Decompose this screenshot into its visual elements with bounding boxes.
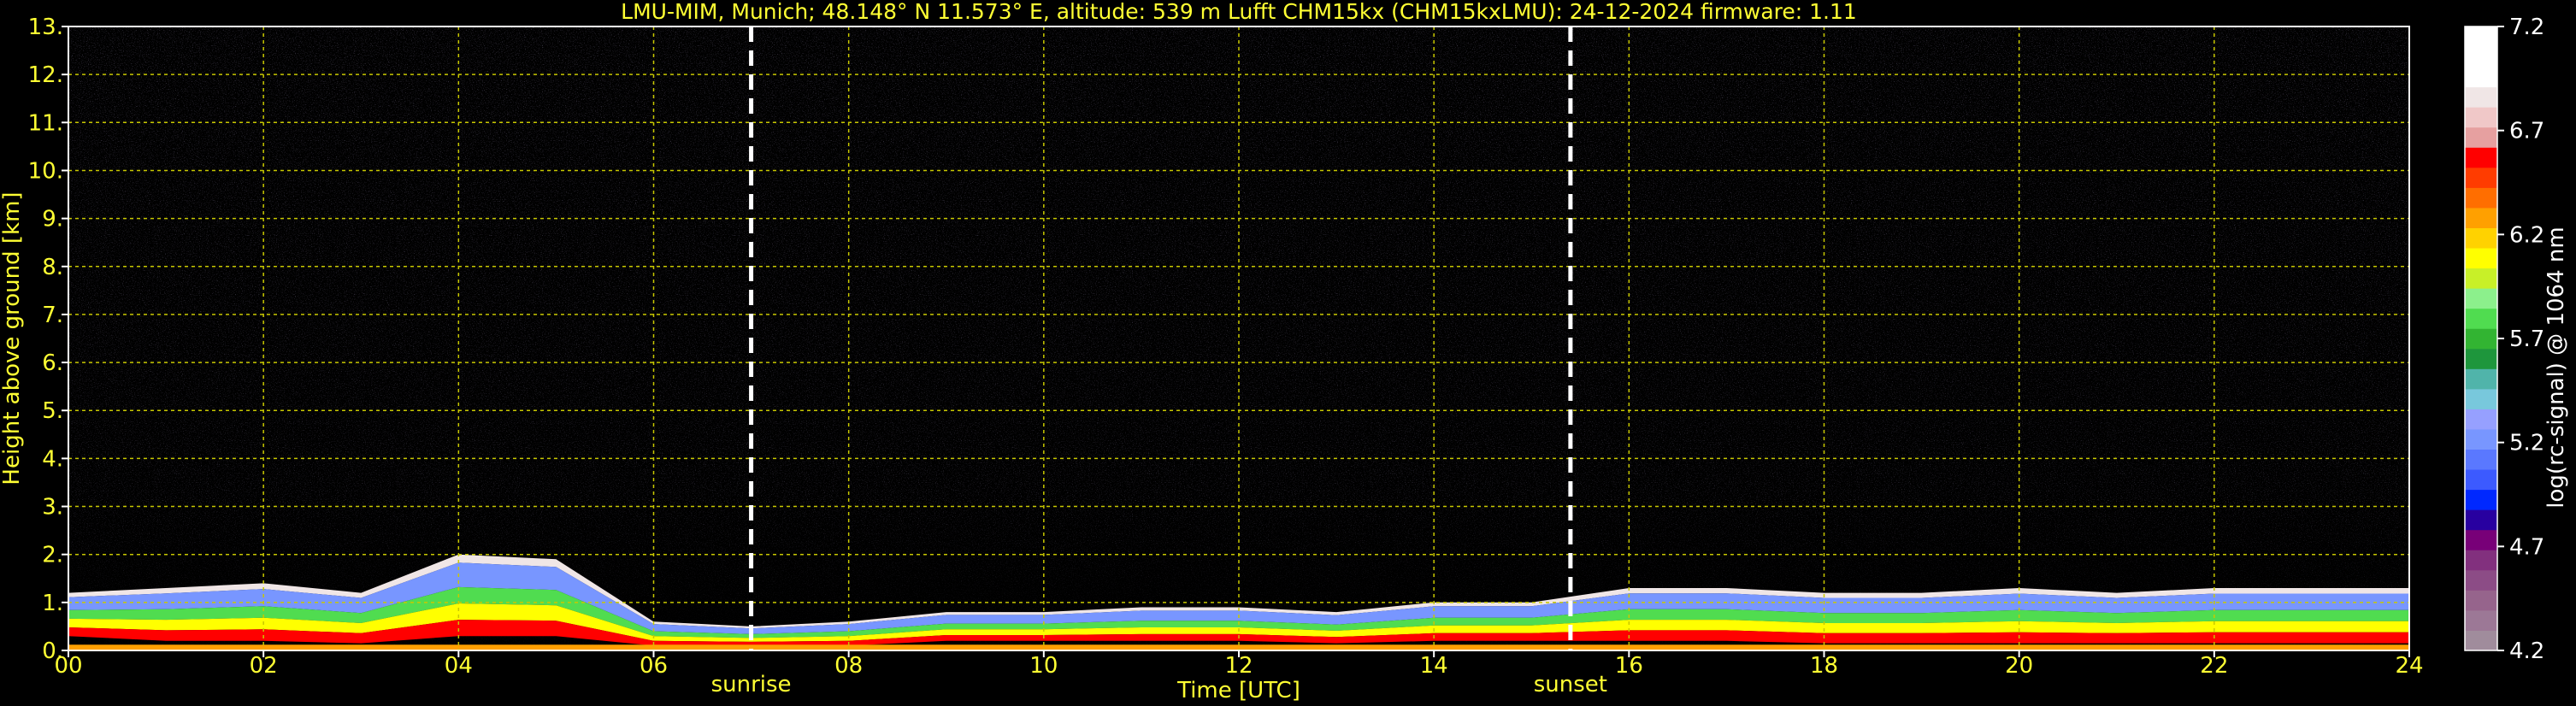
- colorbar-segment: [2465, 630, 2497, 651]
- colorbar-segment: [2465, 368, 2497, 390]
- y-tick-label: 8.: [42, 255, 63, 280]
- colorbar-tick-label: 4.7: [2509, 534, 2544, 560]
- colorbar-segment: [2465, 227, 2497, 249]
- sunrise-label: sunrise: [711, 672, 792, 697]
- colorbar-segment: [2465, 609, 2497, 631]
- colorbar-segment: [2465, 348, 2497, 369]
- colorbar-segment: [2465, 469, 2497, 491]
- x-tick-label: 20: [2005, 653, 2033, 679]
- y-tick-label: 11.: [28, 110, 63, 136]
- sunset-label: sunset: [1534, 672, 1607, 697]
- colorbar-segment: [2465, 509, 2497, 531]
- colorbar-segment: [2465, 409, 2497, 430]
- colorbar-segment: [2465, 86, 2497, 108]
- colorbar-segment: [2465, 489, 2497, 510]
- colorbar-segment: [2465, 268, 2497, 289]
- colorbar-segment: [2465, 569, 2497, 591]
- colorbar-tick-label: 6.2: [2509, 222, 2544, 248]
- y-axis-label: Height above ground [km]: [0, 191, 25, 485]
- colorbar: 4.2 4.7 5.2 5.7 6.2 6.7 7.2: [2464, 15, 2544, 664]
- x-tick-label: 02: [250, 653, 278, 679]
- x-axis-label: Time [UTC]: [1176, 678, 1300, 703]
- y-tick-label: 5.: [42, 398, 63, 424]
- x-tick-label: 10: [1029, 653, 1058, 679]
- noise-field: [68, 26, 2409, 650]
- colorbar-tick-label: 6.7: [2509, 119, 2544, 144]
- y-tick-label: 13.: [28, 15, 63, 40]
- colorbar-segment: [2465, 328, 2497, 350]
- colorbar-segment: [2465, 590, 2497, 611]
- y-tick-label: 7.: [42, 303, 63, 328]
- y-tick-label: 3.: [42, 495, 63, 521]
- colorbar-segment: [2465, 167, 2497, 188]
- y-tick-label: 12.: [28, 62, 63, 88]
- colorbar-segment: [2465, 449, 2497, 470]
- chart-title: LMU-MIM, Munich; 48.148° N 11.573° E, al…: [621, 0, 1857, 24]
- colorbar-segment: [2465, 529, 2497, 550]
- ceilometer-chart: sunrise sunset 00 02 04 06 08 10 12 14 16 18 20 22 24…: [0, 0, 2569, 703]
- colorbar-label: log(rc-signal) @ 1064 nm: [2544, 227, 2569, 508]
- colorbar-segment: [2465, 187, 2497, 209]
- colorbar-segment: [2465, 550, 2497, 571]
- y-tick-label: 10.: [28, 158, 63, 184]
- colorbar-segment: [2465, 288, 2497, 309]
- colorbar-segment: [2465, 428, 2497, 450]
- y-tick-label: 1.: [42, 591, 63, 616]
- x-tick-label: 12: [1224, 653, 1253, 679]
- colorbar-segment: [2465, 207, 2497, 228]
- colorbar-segment: [2465, 388, 2497, 409]
- colorbar-segment: [2465, 107, 2497, 128]
- y-tick-label: 2.: [42, 543, 63, 568]
- colorbar-segment: [2465, 46, 2497, 68]
- y-tick-label: 0.: [42, 638, 63, 664]
- x-tick-label: 24: [2395, 653, 2423, 679]
- x-tick-label: 08: [834, 653, 863, 679]
- colorbar-tick-label: 5.7: [2509, 327, 2544, 352]
- x-tick-label: 18: [1810, 653, 1838, 679]
- colorbar-segment: [2465, 26, 2497, 48]
- colorbar-segment: [2465, 147, 2497, 168]
- x-tick-label: 14: [1420, 653, 1448, 679]
- x-tick-label: 04: [445, 653, 473, 679]
- y-tick-label: 6.: [42, 350, 63, 376]
- colorbar-segment: [2465, 308, 2497, 329]
- y-tick-label: 9.: [42, 207, 63, 232]
- colorbar-segment: [2465, 248, 2497, 269]
- colorbar-tick-label: 7.2: [2509, 15, 2544, 40]
- colorbar-segment: [2465, 67, 2497, 88]
- x-tick-label: 06: [640, 653, 668, 679]
- colorbar-segment: [2465, 126, 2497, 148]
- colorbar-tick-label: 4.2: [2509, 638, 2544, 664]
- x-tick-label: 16: [1615, 653, 1643, 679]
- x-tick-label: 22: [2200, 653, 2228, 679]
- colorbar-tick-label: 5.2: [2509, 431, 2544, 456]
- y-tick-label: 4.: [42, 446, 63, 472]
